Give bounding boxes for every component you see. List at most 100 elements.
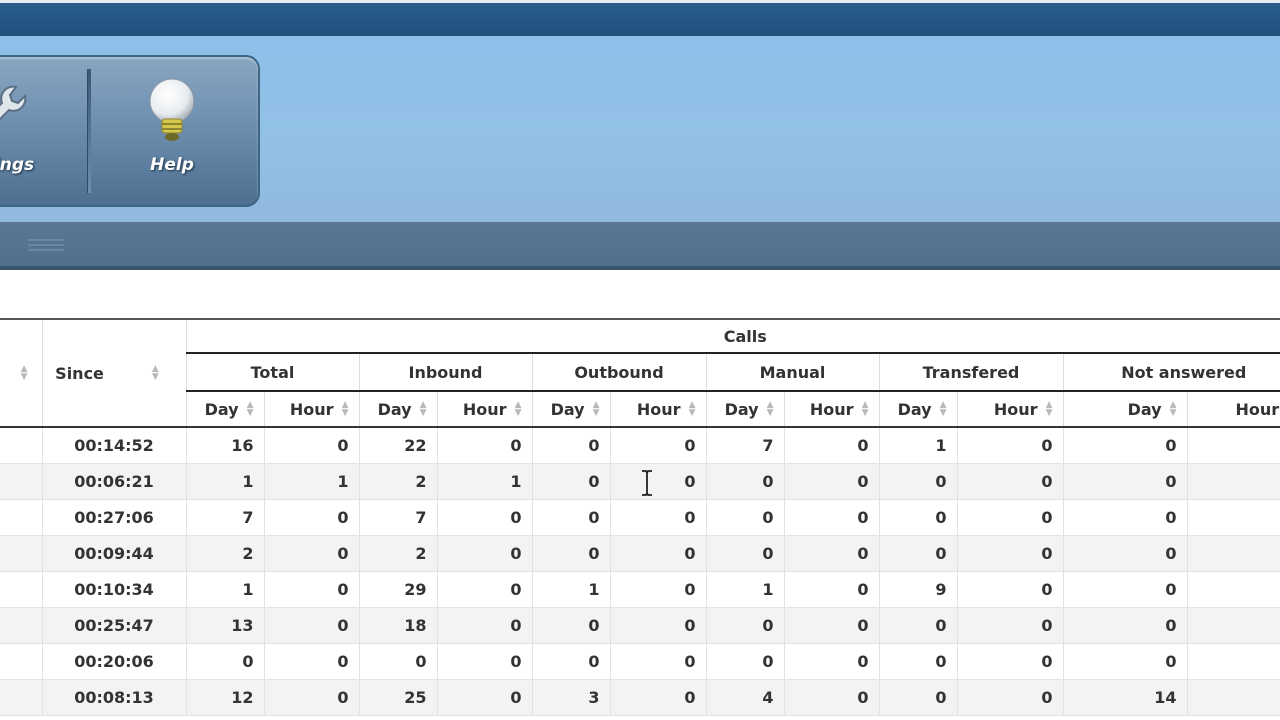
row-name-cell <box>0 607 42 644</box>
sub-header-day[interactable]: Day ▲ ▼ <box>185 390 264 428</box>
table-cell: 0 <box>956 463 1063 500</box>
sort-icon[interactable]: ▲ ▼ <box>247 401 254 418</box>
sub-header-hour[interactable]: Hour ▲▼ <box>783 390 879 428</box>
table-cell: 1 <box>531 571 610 608</box>
sort-icon[interactable]: ▲ ▼ <box>940 401 947 418</box>
sort-icon[interactable]: ▲ ▼ <box>767 401 774 418</box>
table-cell: 0 <box>263 499 359 536</box>
table-cell: 0 <box>609 427 706 464</box>
settings-label: Settings <box>0 155 35 175</box>
sub-header-day-label: Day <box>897 399 932 419</box>
table-cell: 0 <box>609 571 706 608</box>
column-header-name[interactable]: ▲ ▼ <box>0 318 42 428</box>
sub-header-day[interactable]: Day ▲ ▼ <box>705 390 784 428</box>
table-cell: 25 <box>358 679 437 716</box>
sub-header-hour[interactable]: Hour▲▼ <box>436 390 532 428</box>
settings-button[interactable]: Settings <box>0 77 54 192</box>
table-cell: 0 <box>878 607 957 644</box>
group-header-outbound: Outbound <box>531 352 706 391</box>
table-cell: 0 <box>263 679 359 716</box>
table-row[interactable]: 00:14:52 16 0 22 0 0 0 7 0 1 0 0 <box>0 427 1280 464</box>
header-banner: Settings Help <box>0 36 1280 222</box>
table-cell: 0 <box>956 679 1063 716</box>
sort-icon[interactable]: ▲ ▼ <box>515 401 522 418</box>
sort-icon[interactable]: ▲ ▼ <box>342 401 349 418</box>
table-cell: 0 <box>531 535 610 572</box>
table-cell: 0 <box>609 679 706 716</box>
table-row[interactable]: 00:10:34 1 0 29 0 1 0 1 0 9 0 0 <box>0 571 1280 608</box>
table-row[interactable]: 00:20:06 0 0 0 0 0 0 0 0 0 0 0 <box>0 643 1280 680</box>
row-name-cell <box>0 679 42 716</box>
sub-header-day-label: Day <box>550 399 585 419</box>
table-row[interactable]: 00:27:06 7 0 7 0 0 0 0 0 0 0 0 <box>0 499 1280 536</box>
row-name-cell <box>0 427 42 464</box>
sort-icon[interactable]: ▲ ▼ <box>1046 401 1053 418</box>
sort-icon[interactable]: ▲ ▼ <box>21 365 28 382</box>
row-name-cell <box>0 499 42 536</box>
table-cell: 12 <box>185 679 264 716</box>
sub-header-hour-label: Hour <box>809 399 854 419</box>
table-cell: 2 <box>358 535 437 572</box>
since-cell: 00:27:06 <box>41 499 186 536</box>
table-cell: 0 <box>1062 643 1187 680</box>
sort-icon[interactable]: ▲ ▼ <box>689 401 696 418</box>
table-cell <box>1186 643 1280 680</box>
sub-header-hour[interactable]: Hour▲▼ <box>263 390 359 428</box>
table-cell: 0 <box>1062 463 1187 500</box>
sub-header-day[interactable]: Day ▲ ▼ <box>878 390 957 428</box>
table-cell: 7 <box>358 499 437 536</box>
sub-header-day[interactable]: Day ▲ ▼ <box>358 390 437 428</box>
help-button[interactable]: Help <box>112 77 232 192</box>
table-cell: 0 <box>263 535 359 572</box>
table-cell: 0 <box>878 463 957 500</box>
table-row[interactable]: 00:25:47 13 0 18 0 0 0 0 0 0 0 0 <box>0 607 1280 644</box>
table-cell: 1 <box>436 463 532 500</box>
column-header-since[interactable]: Since ▲ ▼ <box>41 318 186 428</box>
sort-icon[interactable]: ▲ ▼ <box>593 401 600 418</box>
table-cell: 14 <box>1062 679 1187 716</box>
table-cell: 0 <box>783 679 879 716</box>
sub-header-hour[interactable]: Hour▲▼ <box>609 390 706 428</box>
row-name-cell <box>0 571 42 608</box>
sort-icon[interactable]: ▲ ▼ <box>862 401 869 418</box>
row-name-cell <box>0 463 42 500</box>
table-cell: 0 <box>783 571 879 608</box>
table-cell: 7 <box>185 499 264 536</box>
since-cell: 00:14:52 <box>41 427 186 464</box>
table-cell: 16 <box>185 427 264 464</box>
table-cell: 0 <box>956 571 1063 608</box>
menu-icon[interactable] <box>28 239 64 253</box>
table-cell: 0 <box>705 535 784 572</box>
table-cell: 0 <box>783 499 879 536</box>
table-cell: 22 <box>358 427 437 464</box>
sub-header-day-label: Day <box>204 399 239 419</box>
table-cell: 0 <box>358 643 437 680</box>
table-cell: 0 <box>705 643 784 680</box>
sub-header-hour[interactable]: Hour▲▼ <box>1186 390 1280 428</box>
table-cell: 0 <box>531 643 610 680</box>
sub-header-day-label: Day <box>724 399 759 419</box>
sub-header-day[interactable]: Day ▲ ▼ <box>531 390 610 428</box>
table-cell: 0 <box>783 607 879 644</box>
table-cell: 3 <box>531 679 610 716</box>
sort-icon[interactable]: ▲ ▼ <box>152 365 159 382</box>
group-header-transfered: Transfered <box>878 352 1063 391</box>
table-row[interactable]: 00:08:13 12 0 25 0 3 0 4 0 0 0 14 <box>0 679 1280 716</box>
sort-icon[interactable]: ▲ ▼ <box>420 401 427 418</box>
table-cell: 0 <box>531 463 610 500</box>
table-cell: 2 <box>358 463 437 500</box>
table-cell: 0 <box>1062 427 1187 464</box>
table-cell: 0 <box>436 535 532 572</box>
calls-group-header: Calls <box>185 318 1280 353</box>
table-row[interactable]: 00:09:44 2 0 2 0 0 0 0 0 0 0 0 <box>0 535 1280 572</box>
table-cell: 0 <box>263 571 359 608</box>
sort-icon[interactable]: ▲ ▼ <box>1170 401 1177 418</box>
table-cell: 0 <box>956 427 1063 464</box>
table-cell: 0 <box>531 607 610 644</box>
table-cell: 1 <box>185 571 264 608</box>
table-cell: 0 <box>263 607 359 644</box>
sub-header-hour[interactable]: Hour▲▼ <box>956 390 1063 428</box>
top-bar <box>0 0 1280 36</box>
sub-header-day[interactable]: Day ▲ ▼ <box>1062 390 1187 428</box>
group-header-total: Total <box>185 352 359 391</box>
